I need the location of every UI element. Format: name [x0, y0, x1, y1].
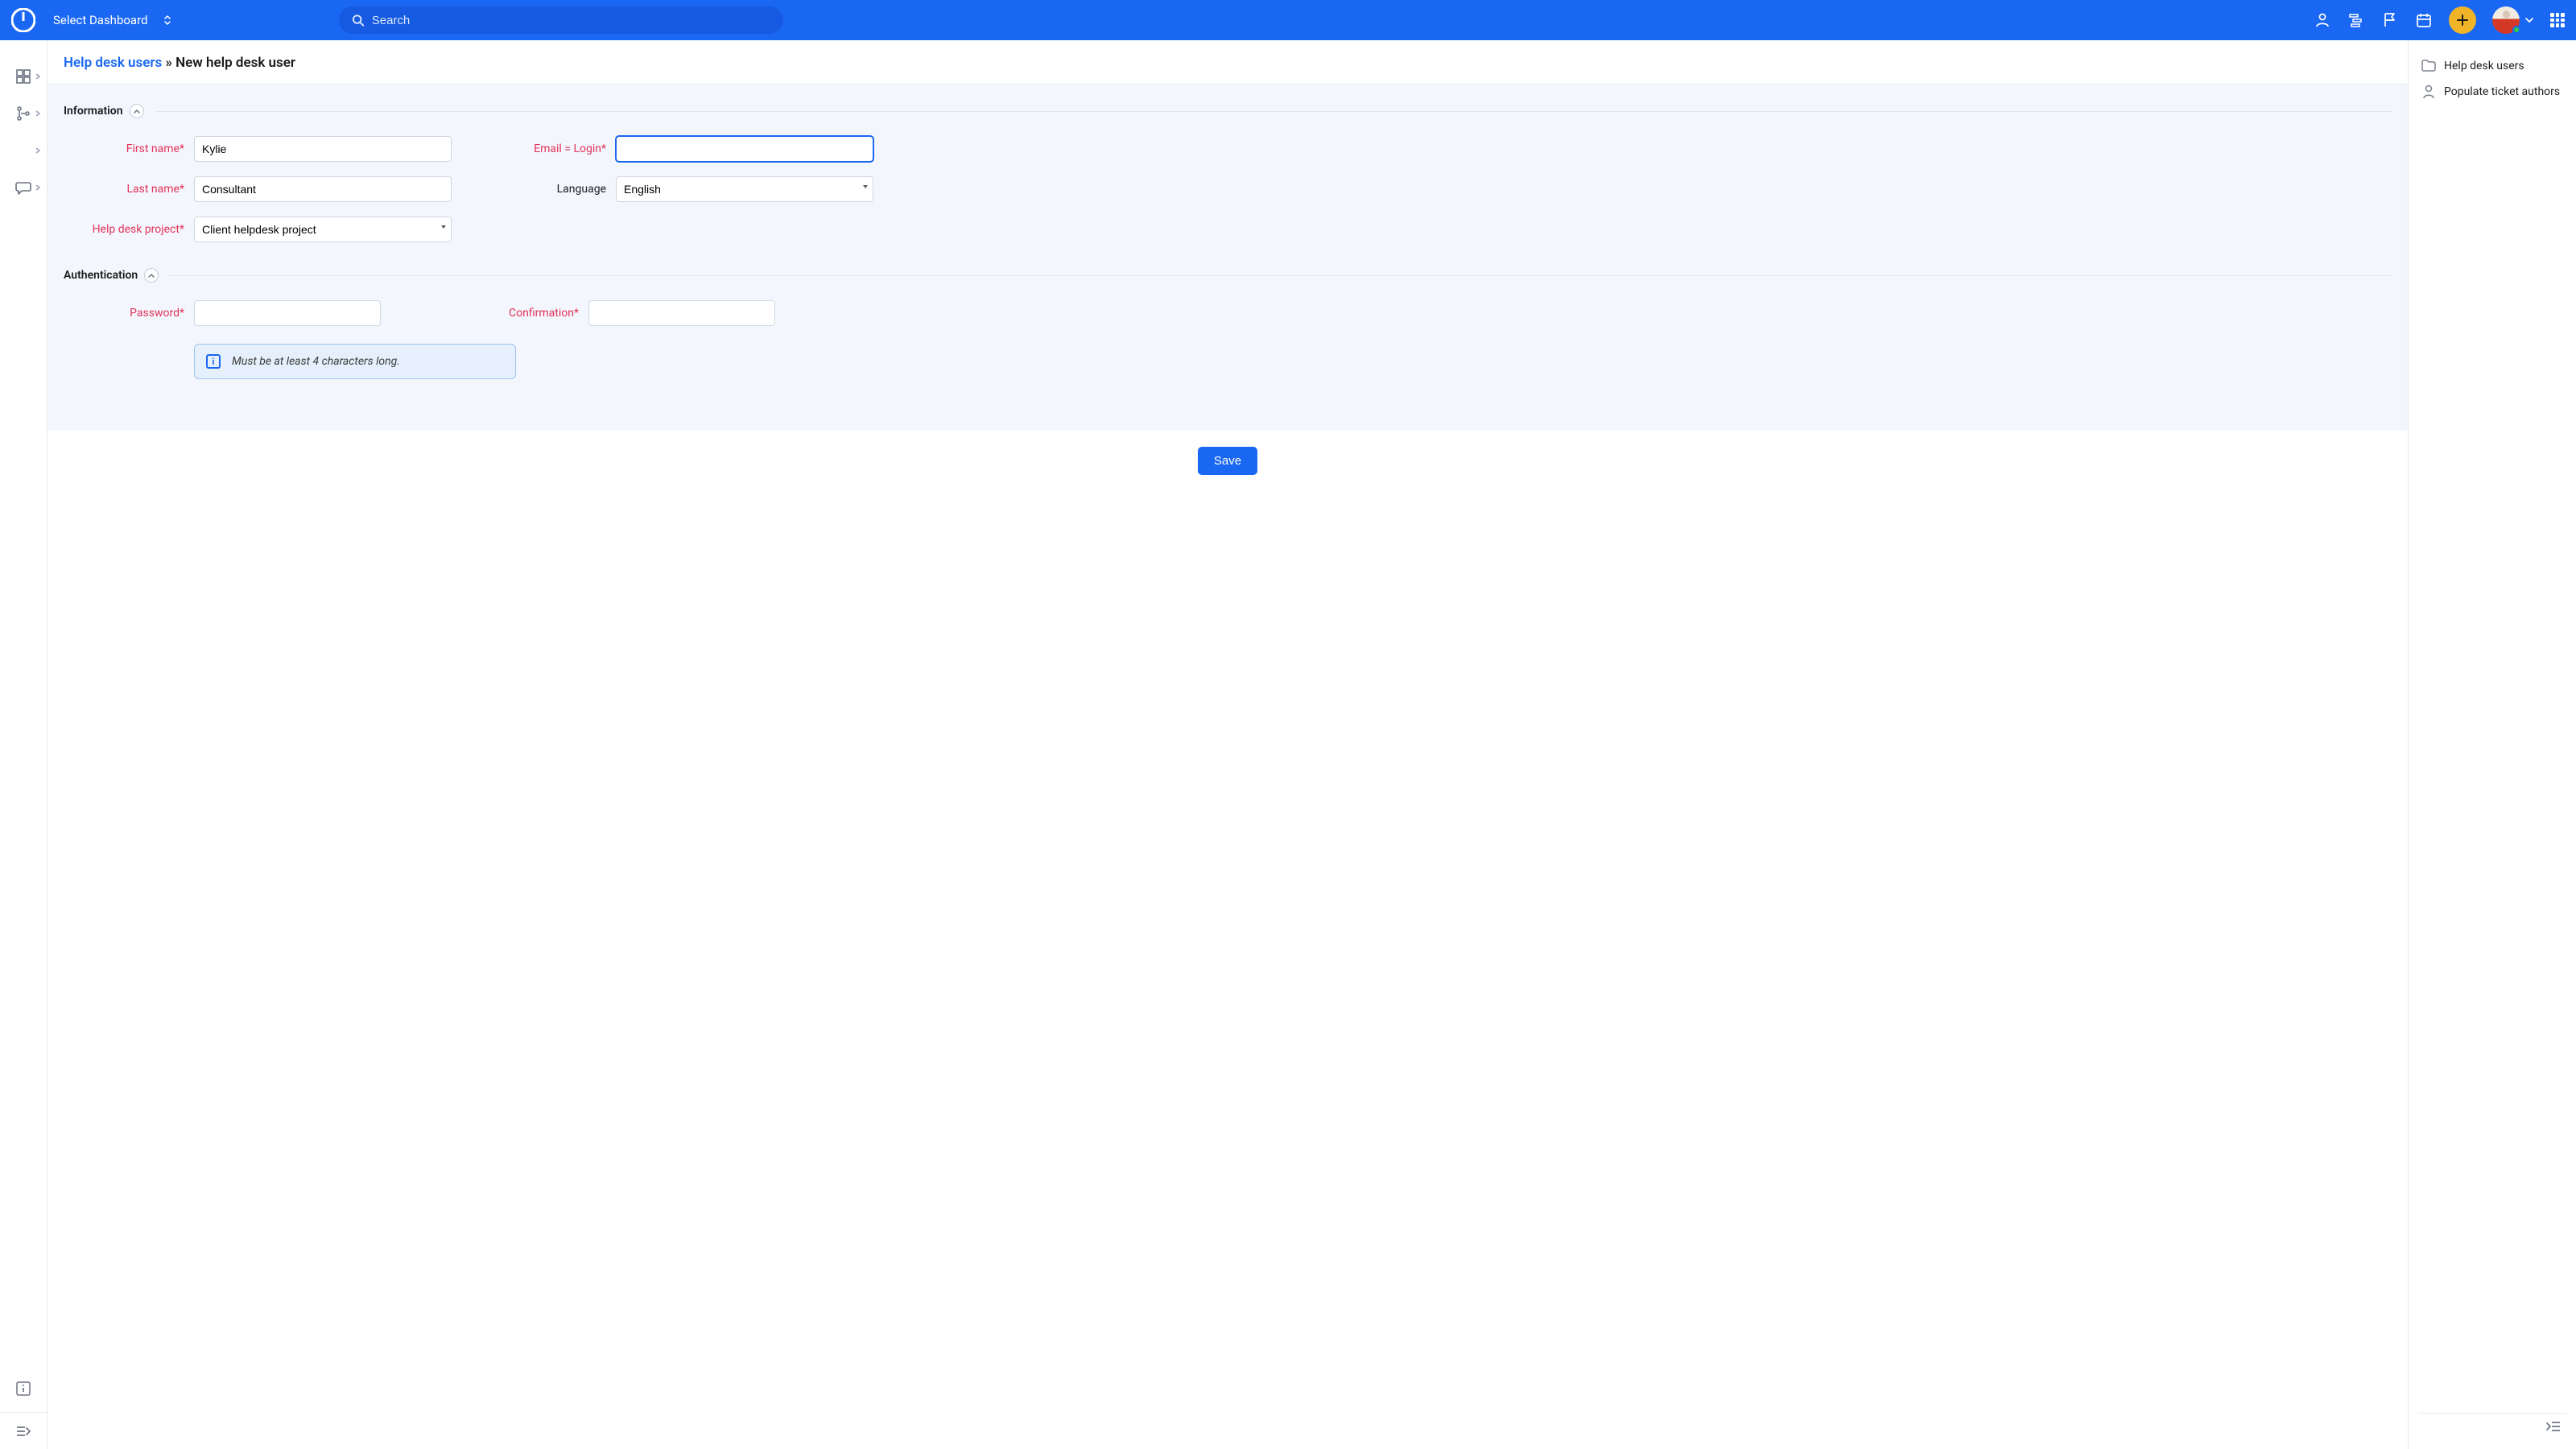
collapse-toggle[interactable] — [130, 104, 144, 118]
save-button[interactable]: Save — [1198, 447, 1257, 475]
label-last-name: Last name* — [64, 183, 184, 196]
chevron-up-icon — [133, 108, 141, 114]
collapse-right-icon[interactable] — [2545, 1420, 2562, 1436]
status-online-icon — [2512, 26, 2520, 34]
info-grid: First name* Email = Login* Last name* La… — [64, 136, 2392, 242]
search-input[interactable] — [372, 14, 770, 27]
rp-item-label: Populate ticket authors — [2444, 85, 2560, 98]
rail-item-dashboard[interactable] — [0, 58, 47, 95]
first-name-input[interactable] — [194, 136, 452, 162]
chevron-right-icon — [34, 109, 42, 118]
right-panel-footer — [2418, 1413, 2566, 1436]
rail-item-blank[interactable] — [0, 132, 47, 169]
rp-item-populate-authors[interactable]: Populate ticket authors — [2418, 79, 2566, 105]
label-language: Language — [461, 183, 606, 196]
label-confirmation: Confirmation* — [434, 307, 579, 320]
left-rail — [0, 40, 47, 1449]
chat-icon — [15, 180, 31, 196]
auth-grid: Password* Confirmation* i Must be at lea… — [64, 300, 2392, 379]
chevron-right-icon — [34, 72, 42, 80]
email-input[interactable] — [616, 136, 873, 162]
dashboard-selector[interactable]: Select Dashboard — [53, 13, 172, 27]
password-input[interactable] — [194, 300, 381, 326]
last-name-input[interactable] — [194, 176, 452, 202]
rail-item-hierarchy[interactable] — [0, 95, 47, 132]
section-information-label: Information — [64, 105, 123, 118]
label-password: Password* — [64, 307, 184, 320]
search-icon — [352, 14, 364, 27]
rp-item-helpdesk-users[interactable]: Help desk users — [2418, 53, 2566, 79]
rail-item-chat[interactable] — [0, 169, 47, 206]
app-logo[interactable] — [11, 8, 35, 32]
info-icon: i — [206, 354, 221, 369]
header-actions — [2314, 6, 2565, 34]
helpdesk-project-select[interactable] — [194, 217, 452, 242]
gantt-icon[interactable] — [2347, 11, 2365, 29]
chevron-right-icon — [34, 147, 42, 155]
section-information: Information — [64, 104, 2392, 118]
user-menu[interactable] — [2492, 6, 2534, 34]
add-button[interactable] — [2449, 6, 2476, 34]
calendar-icon[interactable] — [2415, 11, 2433, 29]
label-first-name: First name* — [64, 142, 184, 155]
main-content: Help desk users » New help desk user Inf… — [47, 40, 2408, 1449]
language-select[interactable] — [616, 176, 873, 202]
chevron-up-icon — [147, 272, 155, 279]
breadcrumb-sep: » — [162, 55, 175, 71]
right-panel: Help desk users Populate ticket authors — [2408, 40, 2576, 1449]
apps-grid-icon[interactable] — [2550, 13, 2565, 27]
action-row: Save — [47, 431, 2408, 491]
search-box[interactable] — [339, 6, 783, 34]
label-helpdesk-project: Help desk project* — [64, 223, 184, 236]
expand-right-icon — [15, 1425, 31, 1438]
confirmation-input[interactable] — [588, 300, 775, 326]
section-divider — [155, 111, 2392, 112]
rail-item-info[interactable] — [0, 1370, 47, 1407]
top-header: Select Dashboard — [0, 0, 2576, 40]
section-divider — [170, 275, 2392, 276]
chevron-right-icon — [34, 184, 42, 192]
page-title: New help desk user — [175, 55, 295, 71]
collapse-toggle[interactable] — [144, 268, 159, 283]
flag-icon[interactable] — [2381, 11, 2399, 29]
dashboard-label: Select Dashboard — [53, 13, 148, 27]
label-email: Email = Login* — [461, 142, 606, 155]
plus-icon — [2456, 14, 2469, 27]
breadcrumb-link[interactable]: Help desk users — [64, 55, 162, 71]
rail-item-expand[interactable] — [0, 1412, 47, 1449]
breadcrumb: Help desk users » New help desk user — [47, 40, 2408, 85]
rp-item-label: Help desk users — [2444, 60, 2524, 72]
person-icon — [2421, 85, 2436, 99]
hierarchy-icon — [15, 105, 31, 122]
chevron-down-icon — [2524, 15, 2534, 25]
folder-icon — [2421, 59, 2436, 73]
dashboard-icon — [15, 68, 31, 85]
form-area: Information First name* Email = Login* L… — [47, 85, 2408, 431]
info-icon — [16, 1381, 31, 1396]
updown-icon — [163, 14, 172, 26]
section-authentication-label: Authentication — [64, 269, 138, 282]
password-hint-box: i Must be at least 4 characters long. — [194, 344, 516, 379]
password-hint-text: Must be at least 4 characters long. — [232, 355, 400, 368]
section-authentication: Authentication — [64, 268, 2392, 283]
person-icon[interactable] — [2314, 11, 2331, 29]
